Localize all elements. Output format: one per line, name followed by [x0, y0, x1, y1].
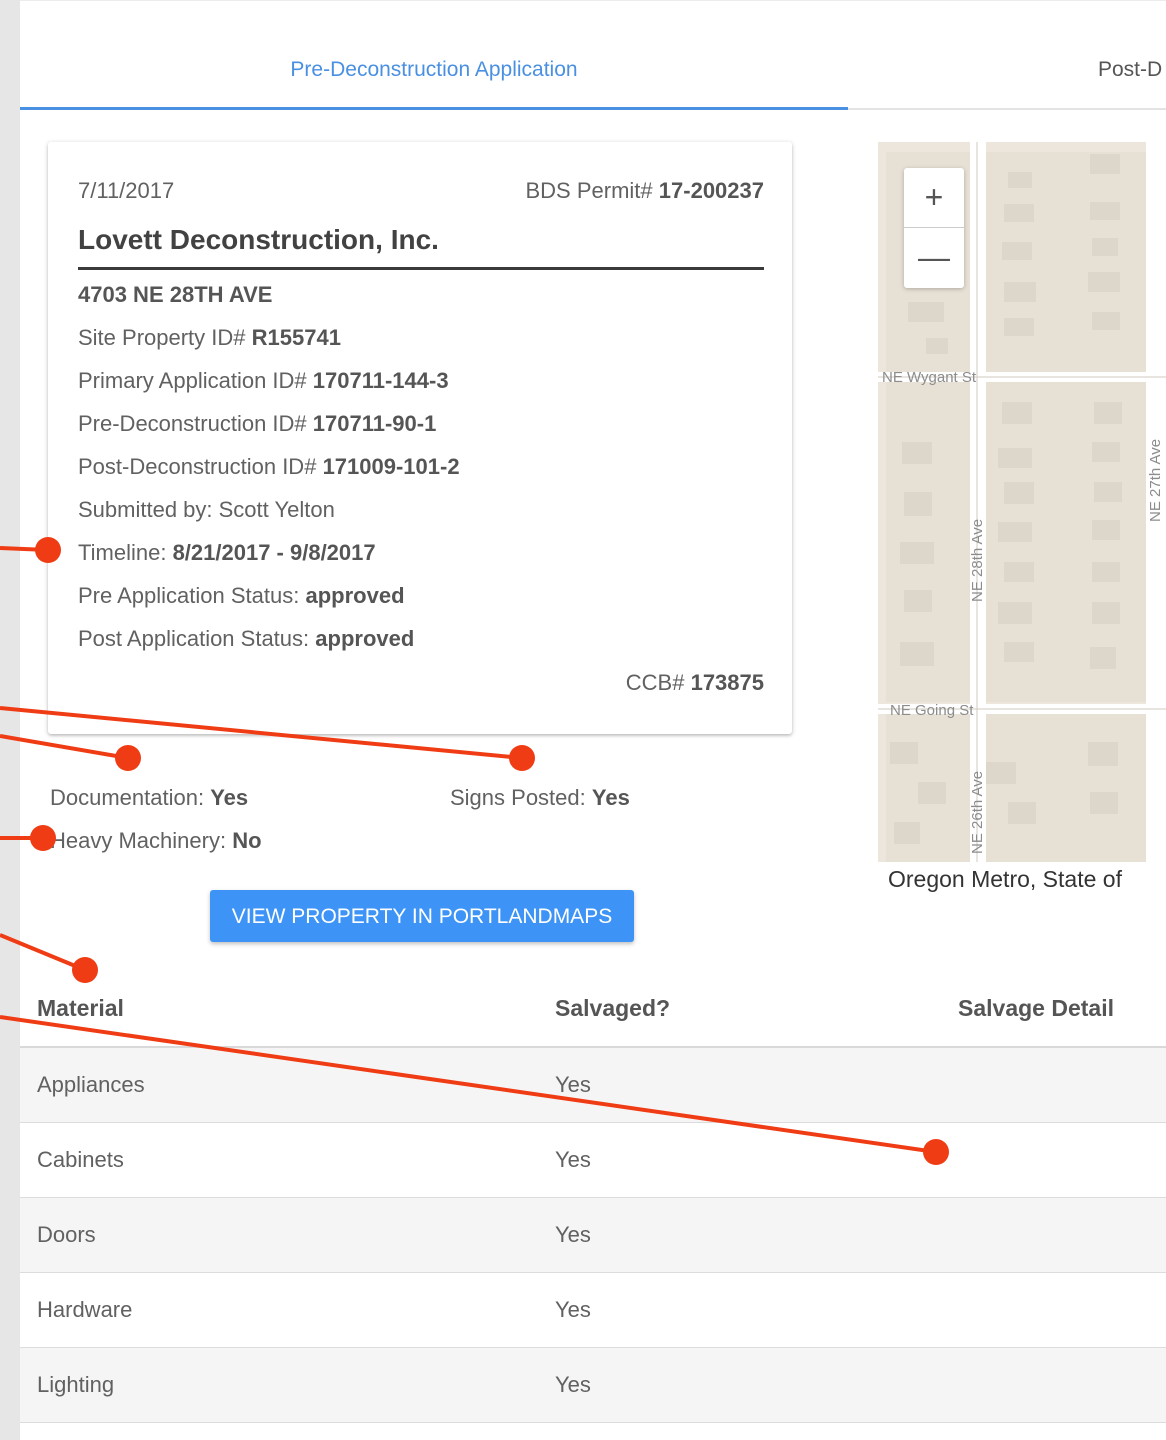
material-cell: Cabinets [37, 1147, 124, 1172]
machinery-label: Heavy Machinery: [50, 828, 227, 853]
column-header-salvage-detail[interactable]: Salvage Detail [958, 995, 1114, 1022]
company-name: Lovett Deconstruction, Inc. [78, 224, 439, 255]
post-application-status: Post Application Status: approved [78, 626, 414, 652]
pre-application-status: Pre Application Status: approved [78, 583, 405, 609]
tab-pre-deconstruction[interactable]: Pre-Deconstruction Application [20, 58, 848, 82]
salvaged-cell: Yes [555, 1222, 591, 1247]
column-header-material[interactable]: Material [37, 995, 124, 1022]
salvaged-cell: Yes [555, 1072, 591, 1097]
primary-application-id: Primary Application ID# 170711-144-3 [78, 368, 449, 394]
salvaged-cell: Yes [555, 1372, 591, 1397]
machinery-value: No [232, 828, 262, 853]
table-row: Cabinets Yes [20, 1123, 1166, 1198]
application-card: 7/11/2017 BDS Permit# 17-200237 Lovett D… [48, 142, 792, 734]
documentation-value: Yes [210, 785, 249, 810]
top-divider [20, 0, 1166, 1]
ccb-value: 173875 [690, 670, 764, 695]
bds-permit-value: 17-200237 [658, 178, 764, 203]
signs-posted-status: Signs Posted: Yes [450, 785, 630, 811]
property-map[interactable]: NE Wygant St NE Going St NE 28th Ave NE … [878, 142, 1166, 862]
table-row: Hardware Yes [20, 1273, 1166, 1348]
table-row: Lighting Yes [20, 1348, 1166, 1423]
material-cell: Doors [37, 1222, 96, 1247]
submitted-by: Submitted by: Scott Yelton [78, 497, 335, 522]
ccb-label: CCB# [625, 670, 685, 695]
street-label-28th: NE 28th Ave [969, 519, 986, 602]
post-deconstruction-id: Post-Deconstruction ID# 171009-101-2 [78, 454, 460, 480]
signs-value: Yes [591, 785, 630, 810]
post-status-label: Post Application Status: [78, 626, 310, 651]
material-cell: Hardware [37, 1297, 133, 1322]
annotation-dot [72, 957, 98, 983]
view-property-portlandmaps-button[interactable]: VIEW PROPERTY IN PORTLANDMAPS [210, 890, 634, 942]
zoom-control: + — [904, 168, 964, 288]
documentation-status: Documentation: Yes [50, 785, 248, 811]
street-label-going: NE Going St [890, 702, 974, 719]
site-property-label: Site Property ID# [78, 325, 246, 350]
map-attribution[interactable]: Oregon Metro, State of [888, 866, 1122, 893]
primary-application-value: 170711-144-3 [312, 368, 449, 393]
post-deconstruction-label: Post-Deconstruction ID# [78, 454, 317, 479]
salvaged-cell: Yes [555, 1147, 591, 1172]
site-address: 4703 NE 28TH AVE [78, 282, 273, 307]
pre-status-label: Pre Application Status: [78, 583, 300, 608]
post-deconstruction-value: 171009-101-2 [322, 454, 460, 479]
bds-permit-label: BDS Permit# [525, 178, 653, 203]
zoom-out-button[interactable]: — [904, 228, 964, 287]
pre-deconstruction-id: Pre-Deconstruction ID# 170711-90-1 [78, 411, 436, 437]
annotation-dot [509, 745, 535, 771]
column-header-salvaged[interactable]: Salvaged? [555, 995, 670, 1022]
pre-status-value: approved [305, 583, 405, 608]
left-gutter [0, 0, 20, 1440]
site-property-value: R155741 [251, 325, 341, 350]
primary-application-label: Primary Application ID# [78, 368, 307, 393]
timeline-label: Timeline: [78, 540, 167, 565]
application-date: 7/11/2017 [78, 178, 175, 203]
documentation-label: Documentation: [50, 785, 205, 810]
site-property-id: Site Property ID# R155741 [78, 325, 341, 351]
salvaged-cell: Yes [555, 1297, 591, 1322]
material-cell: Lighting [37, 1372, 115, 1397]
pre-deconstruction-value: 170711-90-1 [312, 411, 437, 436]
ccb-number: CCB# 173875 [626, 670, 764, 696]
street-label-26th: NE 26th Ave [969, 771, 986, 854]
annotation-dot [115, 745, 141, 771]
signs-label: Signs Posted: [450, 785, 586, 810]
zoom-in-button[interactable]: + [904, 168, 964, 228]
timeline: Timeline: 8/21/2017 - 9/8/2017 [78, 540, 376, 566]
street-label-27th: NE 27th Ave [1147, 439, 1164, 522]
post-status-value: approved [315, 626, 415, 651]
pre-deconstruction-label: Pre-Deconstruction ID# [78, 411, 307, 436]
table-row: Appliances Yes [20, 1048, 1166, 1123]
heavy-machinery-status: Heavy Machinery: No [50, 828, 262, 854]
active-tab-indicator [20, 107, 848, 110]
table-row: Doors Yes [20, 1198, 1166, 1273]
tab-post-deconstruction[interactable]: Post-D [1098, 58, 1162, 82]
timeline-value: 8/21/2017 - 9/8/2017 [172, 540, 376, 565]
material-cell: Appliances [37, 1072, 145, 1097]
card-divider [78, 267, 764, 270]
bds-permit: BDS Permit# 17-200237 [526, 178, 765, 204]
street-label-wygant: NE Wygant St [882, 369, 977, 386]
